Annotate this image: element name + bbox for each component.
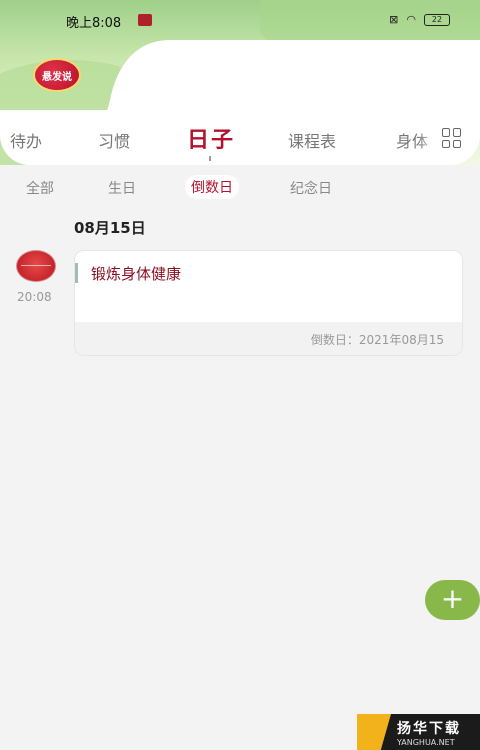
tab-habit[interactable]: 习惯: [98, 128, 130, 152]
battery-icon: 22: [424, 13, 450, 26]
event-time: 20:08: [17, 290, 52, 304]
no-sim-icon: ⊠: [389, 13, 399, 26]
watermark-logo-icon: [357, 714, 391, 750]
active-tab-indicator: [209, 156, 211, 161]
top-tabs: 待办 习惯 日子 课程表 身体: [0, 122, 480, 162]
subtab-birthday[interactable]: 生日: [108, 178, 136, 198]
event-title: 锻炼身体健康: [91, 265, 182, 283]
subtab-anniversary[interactable]: 纪念日: [290, 178, 332, 198]
sub-tabs: 全部 生日 倒数日 纪念日: [0, 174, 480, 202]
event-countdown-date: 倒数日：2021年08月15: [310, 333, 444, 347]
event-title-marker: [75, 263, 78, 283]
add-event-button[interactable]: +: [425, 580, 480, 620]
status-bar: 晚上8:08 ⊠ ◠ 22: [0, 10, 480, 32]
tab-fade: [418, 124, 440, 154]
app-logo[interactable]: 悬发说: [33, 58, 81, 92]
event-card[interactable]: 锻炼身体健康 倒数日：2021年08月15: [74, 250, 463, 356]
notification-icon: [138, 14, 152, 26]
event-footer: 倒数日：2021年08月15: [75, 322, 462, 355]
event-category-icon: [16, 250, 56, 282]
subtab-all[interactable]: 全部: [26, 178, 54, 198]
status-time: 晚上8:08: [66, 16, 122, 31]
grid-menu-icon[interactable]: [442, 128, 462, 148]
wifi-icon: ◠: [406, 13, 416, 26]
watermark-text: 扬华下载: [397, 720, 461, 737]
watermark-url: YANGHUA.NET: [397, 737, 455, 747]
subtab-countdown[interactable]: 倒数日: [185, 175, 239, 199]
watermark: 扬华下载 YANGHUA.NET: [357, 714, 480, 750]
tab-days[interactable]: 日子: [187, 122, 235, 154]
tab-schedule[interactable]: 课程表: [288, 128, 336, 152]
tab-todo[interactable]: 待办: [10, 128, 42, 152]
date-heading: 08月15日: [74, 219, 146, 237]
status-icons: ⊠ ◠ 22: [389, 13, 450, 26]
